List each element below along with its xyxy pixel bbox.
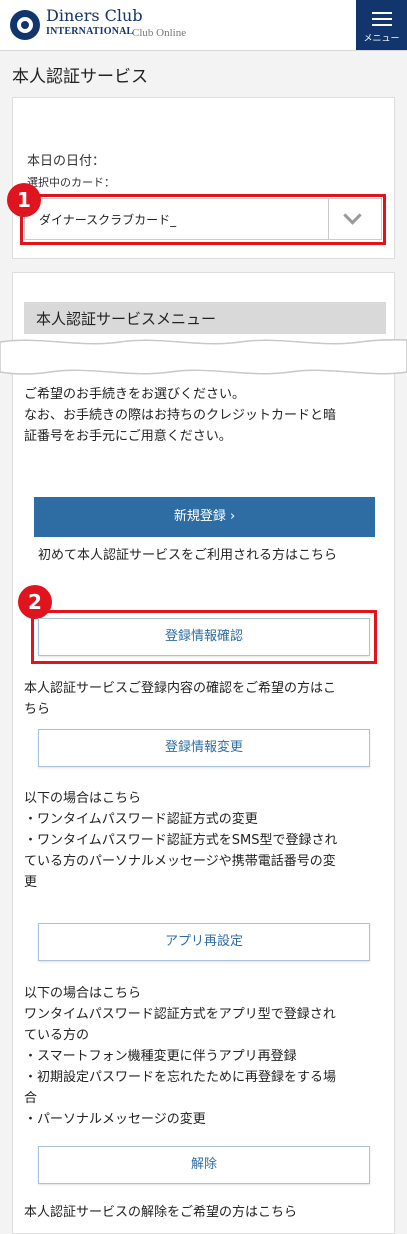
intro-line-2: なお、お手続きの際はお持ちのクレジットカードと暗 [24, 408, 337, 423]
confirm-registration-button[interactable]: 登録情報確認 [38, 618, 370, 656]
confirm-line-2: ちら [24, 702, 51, 717]
change-registration-button[interactable]: 登録情報変更 [38, 729, 370, 767]
hamburger-icon [372, 12, 392, 26]
app-reset-line-7: ・パーソナルメッセージの変更 [24, 1112, 206, 1127]
diners-logo-icon[interactable] [10, 10, 40, 40]
change-line-2: ・ワンタイムパスワード認証方式の変更 [24, 812, 258, 827]
date-label: 本日の日付： [27, 154, 106, 169]
card-label: 選択中のカード： [27, 176, 115, 189]
change-line-1: 以下の場合はこちら [24, 791, 142, 806]
app-reset-line-2: ワンタイムパスワード認証方式をアプリ型で登録され [24, 1007, 336, 1022]
menu-heading: 本人認証サービスメニュー [24, 302, 386, 334]
highlight-box-card-select [20, 194, 386, 245]
app-reset-line-3: ている方の [24, 1028, 90, 1043]
app-header: Diners Club INTERNATIONAL Club Online メニ… [0, 0, 407, 51]
page-title: 本人認証サービス [12, 67, 148, 87]
intro-line-1: ご希望のお手続きをお選びください。 [24, 387, 246, 402]
app-reset-line-5: ・初期設定パスワードを忘れたために再登録をする場 [24, 1070, 337, 1085]
brand-subtitle: INTERNATIONAL [46, 26, 134, 37]
app-reset-button[interactable]: アプリ再設定 [38, 923, 370, 961]
confirm-line-1: 本人認証サービスご登録内容の確認をご希望の方はこ [24, 681, 337, 696]
app-reset-line-6: 合 [24, 1091, 38, 1106]
app-reset-line-4: ・スマートフォン機種変更に伴うアプリ再登録 [24, 1049, 297, 1064]
annotation-badge-1: 1 [7, 183, 41, 217]
new-registration-button[interactable]: 新規登録 › [34, 497, 375, 537]
new-registration-caption: 初めて本人認証サービスをご利用される方はこちら [38, 548, 338, 563]
change-line-3: ・ワンタイムパスワード認証方式をSMS型で登録され [24, 833, 338, 848]
app-reset-line-1: 以下の場合はこちら [24, 986, 142, 1001]
cancel-service-button[interactable]: 解除 [38, 1146, 370, 1184]
torn-edge-divider [0, 339, 407, 375]
change-line-5: 更 [24, 875, 38, 890]
brand-online: Club Online [132, 27, 187, 39]
menu-button[interactable]: メニュー [356, 0, 407, 50]
menu-heading-text: 本人認証サービスメニュー [36, 310, 217, 328]
change-line-4: ている方のパーソナルメッセージや携帯電話番号の変 [24, 854, 336, 869]
cancel-caption: 本人認証サービスの解除をご希望の方はこちら [24, 1205, 298, 1220]
intro-line-3: 証番号をお手元にご用意ください。 [24, 429, 232, 444]
brand-name: Diners Club [46, 6, 143, 25]
menu-label: メニュー [363, 34, 400, 44]
